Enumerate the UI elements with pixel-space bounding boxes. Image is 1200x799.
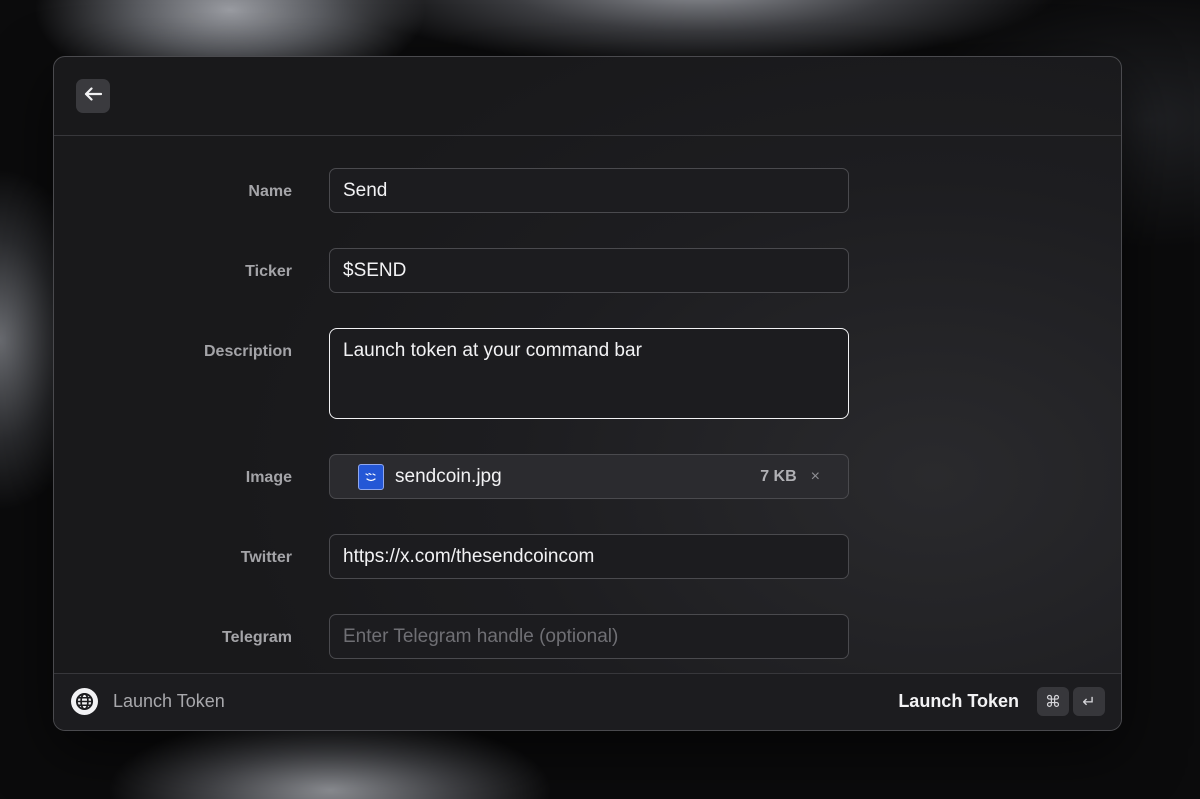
back-button[interactable]: [76, 79, 110, 113]
ticker-label: Ticker: [245, 263, 292, 280]
image-file-name: sendcoin.jpg: [395, 465, 502, 487]
arrow-left-icon: [84, 86, 103, 106]
description-textarea[interactable]: Launch token at your command bar: [329, 328, 849, 419]
ticker-input[interactable]: [329, 248, 849, 293]
twitter-label: Twitter: [240, 549, 292, 566]
name-label: Name: [248, 183, 292, 200]
desktop-background: Name Ticker Description Launch token at …: [0, 0, 1200, 799]
image-thumbnail: [358, 463, 384, 490]
globe-icon: [71, 688, 98, 715]
twitter-input[interactable]: [329, 534, 849, 579]
name-input[interactable]: [329, 168, 849, 213]
image-attachment[interactable]: sendcoin.jpg 7 KB ×: [329, 454, 849, 499]
description-label: Description: [203, 343, 292, 360]
action-bar: Launch Token Launch Token ⌘ ↵: [54, 673, 1121, 730]
image-file-size: 7 KB: [760, 467, 797, 485]
telegram-input[interactable]: [329, 614, 849, 659]
window-header: [54, 57, 1121, 136]
image-label: Image: [245, 469, 292, 486]
launch-token-button[interactable]: Launch Token: [898, 691, 1019, 712]
command-key-icon: ⌘: [1037, 687, 1069, 716]
command-title: Launch Token: [113, 691, 225, 711]
return-key-icon: ↵: [1073, 687, 1105, 716]
launch-token-window: Name Ticker Description Launch token at …: [53, 56, 1122, 731]
telegram-label: Telegram: [222, 629, 292, 646]
remove-image-icon[interactable]: ×: [811, 468, 820, 486]
